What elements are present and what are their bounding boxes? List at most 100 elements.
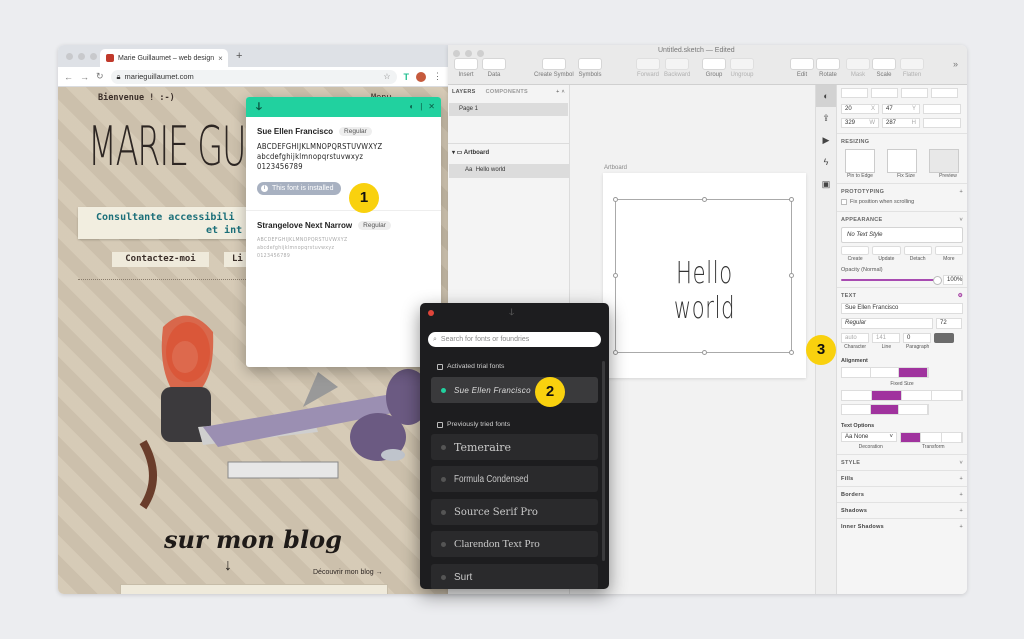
font-weight-select[interactable]: Regular <box>841 318 933 329</box>
toolbar-flatten[interactable]: Flatten <box>900 58 924 78</box>
reload-icon[interactable]: ↻ <box>96 71 104 82</box>
close-icon[interactable]: ✕ <box>428 102 435 111</box>
toolbar-edit[interactable]: Edit <box>790 58 814 78</box>
opacity-slider[interactable] <box>841 276 942 285</box>
rotation-field[interactable] <box>923 104 961 114</box>
font-card-strangelove[interactable]: Strangelove Next Narrow Regular ABCDEFGH… <box>246 211 441 260</box>
resize-handle[interactable] <box>613 197 618 202</box>
fills-row[interactable]: Fills + <box>837 470 967 486</box>
character-spacing-field[interactable]: auto <box>841 333 869 343</box>
toolbar-symbols[interactable]: Symbols <box>578 58 602 78</box>
toolbar-ungroup[interactable]: Ungroup <box>730 58 754 78</box>
x-field[interactable]: 20 X <box>841 104 879 114</box>
toolbar-overflow-icon[interactable]: » <box>953 59 958 69</box>
align-btn[interactable] <box>841 88 868 98</box>
artboard[interactable]: Hello world <box>603 173 806 378</box>
more-style-button[interactable] <box>934 246 963 255</box>
forward-icon[interactable]: → <box>80 72 89 82</box>
font-row-formula-condensed[interactable]: Formula Condensed <box>431 466 598 492</box>
window-controls[interactable] <box>453 50 484 57</box>
toolbar-create-symbol[interactable]: Create Symbol <box>534 58 574 78</box>
close-tab-icon[interactable]: × <box>218 54 223 63</box>
font-row-surt[interactable]: Surt <box>431 564 598 589</box>
layer-artboard[interactable]: ▾ ▭ Artboard <box>448 149 570 156</box>
fix-position-checkbox[interactable] <box>841 199 847 205</box>
font-extension-icon[interactable]: T <box>404 72 410 82</box>
text-color-swatch[interactable] <box>934 333 954 343</box>
toolbar-insert[interactable]: Insert <box>454 58 478 78</box>
close-window-icon[interactable] <box>428 310 434 316</box>
resize-handle[interactable] <box>613 350 618 355</box>
height-field[interactable]: 287 H <box>882 118 920 128</box>
toolbar-forward[interactable]: Forward <box>636 58 660 78</box>
resize-handle[interactable] <box>613 273 618 278</box>
tab-layers[interactable]: LAYERS <box>452 89 476 95</box>
tab-components[interactable]: COMPONENTS <box>486 89 528 95</box>
pin-to-edge-control[interactable] <box>845 149 875 173</box>
avatar[interactable] <box>416 71 426 82</box>
resize-handle[interactable] <box>702 350 707 355</box>
add-page-icon[interactable]: + ˄ <box>556 89 565 95</box>
more-menu-icon[interactable]: ⋮ <box>433 71 442 82</box>
resize-handle[interactable] <box>789 197 794 202</box>
borders-row[interactable]: Borders + <box>837 486 967 502</box>
update-style-button[interactable] <box>872 246 901 255</box>
canvas[interactable]: Artboard Hello world <box>570 85 837 594</box>
create-style-button[interactable] <box>841 246 870 255</box>
vertical-align-control[interactable] <box>841 404 929 415</box>
export-icon[interactable]: ⇪ <box>816 107 836 129</box>
fix-size-control[interactable] <box>887 149 917 173</box>
shadows-row[interactable]: Shadows + <box>837 502 967 518</box>
horizontal-align-control[interactable] <box>841 390 963 401</box>
inner-shadows-row[interactable]: Inner Shadows + <box>837 518 967 534</box>
font-row-clarendon[interactable]: Clarendon Text Pro <box>431 531 598 557</box>
new-tab-button[interactable]: + <box>236 50 242 62</box>
align-btn[interactable] <box>901 88 928 98</box>
selected-text-layer[interactable]: Hello world <box>613 197 794 355</box>
font-card-sue-ellen[interactable]: Sue Ellen Francisco Regular ABCDEFGHIJKL… <box>246 117 441 195</box>
resize-handle[interactable] <box>702 197 707 202</box>
toolbar-data[interactable]: Data <box>482 58 506 78</box>
layer-text-hello[interactable]: Aa Hello world <box>449 164 569 178</box>
resize-handle[interactable] <box>789 273 794 278</box>
resize-handle[interactable] <box>789 350 794 355</box>
font-family-select[interactable]: Sue Ellen Francisco <box>841 303 963 314</box>
prototype-icon[interactable]: ϟ <box>816 151 836 173</box>
bookmark-star-icon[interactable]: ☆ <box>383 72 390 81</box>
font-row-sue-ellen[interactable]: Sue Ellen Francisco <box>431 377 598 403</box>
toolbar-scale[interactable]: Scale <box>872 58 896 78</box>
preview-play-icon[interactable]: ▶ <box>816 129 836 151</box>
flip-field[interactable] <box>923 118 961 128</box>
font-row-temeraire[interactable]: Temeraire <box>431 434 598 460</box>
transform-control[interactable] <box>900 432 963 443</box>
image-icon[interactable]: ▣ <box>816 173 836 195</box>
y-field[interactable]: 47 Y <box>882 104 920 114</box>
font-row-source-serif[interactable]: Source Serif Pro <box>431 499 598 525</box>
paragraph-spacing-field[interactable]: 0 <box>903 333 931 343</box>
fix-position-row[interactable]: Fix position when scrolling <box>837 199 967 211</box>
line-height-field[interactable]: 141 <box>872 333 900 343</box>
font-search-input[interactable]: ⌕ Search for fonts or foundries <box>428 332 601 347</box>
align-btn[interactable] <box>931 88 958 98</box>
toolbar-rotate[interactable]: Rotate <box>816 58 840 78</box>
scrollbar[interactable] <box>602 361 605 561</box>
text-sizing-control[interactable] <box>841 367 929 378</box>
toolbar-backward[interactable]: Backward <box>664 58 690 78</box>
text-style-select[interactable]: No Text Style <box>841 227 963 243</box>
toolbar-group[interactable]: Group <box>702 58 726 78</box>
font-size-field[interactable]: 72 <box>936 318 962 329</box>
inspect-icon[interactable]: ◐ <box>816 85 836 107</box>
discover-blog-link[interactable]: Découvrir mon blog → <box>313 569 383 576</box>
decoration-select[interactable]: Aa None ˅ <box>841 432 897 442</box>
add-icon[interactable]: + <box>959 189 963 195</box>
back-icon[interactable]: ← <box>64 72 73 82</box>
browser-tab[interactable]: Marie Guillaumet – web design × <box>100 49 228 67</box>
window-controls[interactable] <box>66 53 97 60</box>
width-field[interactable]: 329 W <box>841 118 879 128</box>
opacity-field[interactable]: 100% <box>943 275 963 285</box>
detach-style-button[interactable] <box>903 246 932 255</box>
align-btn[interactable] <box>871 88 898 98</box>
contact-button[interactable]: Contactez-moi <box>112 252 209 267</box>
address-bar[interactable]: 🔒︎ marieguillaumet.com ☆ <box>110 69 397 84</box>
toolbar-mask[interactable]: Mask <box>846 58 870 78</box>
